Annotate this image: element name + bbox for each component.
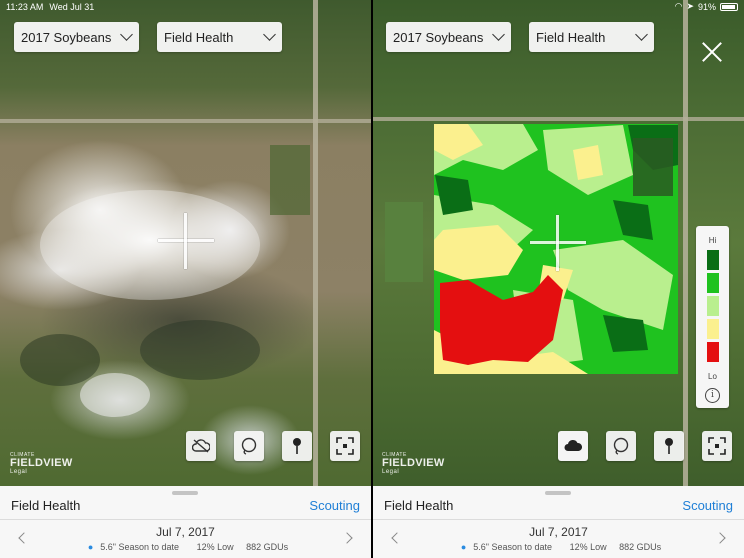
legend-swatch <box>707 342 719 362</box>
focus-button[interactable] <box>330 431 360 461</box>
legend-swatch <box>707 250 719 270</box>
chevron-down-icon <box>635 28 648 41</box>
water-drop-icon: ● <box>87 542 94 552</box>
status-bar: 11:23 AM Wed Jul 31 ◠ ➤ 91% <box>0 0 744 14</box>
water-drop-icon: ● <box>460 542 467 552</box>
split-screen: 2017 Soybeans Field Health CLIMATE FIELD… <box>0 0 744 558</box>
cloud-toggle-button[interactable] <box>186 431 216 461</box>
battery-icon <box>720 2 738 11</box>
right-pane: 2017 Soybeans Field Health CLIMATE FIELD… <box>373 0 744 558</box>
fieldview-logo: CLIMATE FIELDVIEW Legal <box>10 452 73 475</box>
focus-button[interactable] <box>702 431 732 461</box>
crop-dropdown[interactable]: 2017 Soybeans <box>386 22 511 52</box>
scouting-link[interactable]: Scouting <box>682 498 733 513</box>
focus-icon <box>336 437 354 455</box>
image-date: Jul 7, 2017 <box>529 525 588 539</box>
focus-icon <box>708 437 726 455</box>
close-icon[interactable] <box>701 41 723 63</box>
left-pane: 2017 Soybeans Field Health CLIMATE FIELD… <box>0 0 371 558</box>
pin-button[interactable] <box>654 431 684 461</box>
season-stats: ● 5.6" Season to date 12% Low 882 GDUs <box>460 542 662 552</box>
pin-button[interactable] <box>282 431 312 461</box>
divider <box>0 519 371 520</box>
layer-dropdown-label: Field Health <box>164 29 234 45</box>
status-date: Wed Jul 31 <box>49 2 95 12</box>
chevron-down-icon <box>492 28 505 41</box>
cloud-off-icon <box>192 439 210 453</box>
lasso-icon <box>241 437 257 455</box>
crop-dropdown-label: 2017 Soybeans <box>393 29 484 45</box>
status-time: 11:23 AM <box>6 2 44 12</box>
health-legend: Hi Lo i <box>696 226 729 408</box>
layer-dropdown[interactable]: Field Health <box>529 22 654 52</box>
cloud-icon <box>564 439 582 451</box>
chevron-down-icon <box>120 28 133 41</box>
location-icon: ➤ <box>686 1 694 11</box>
crop-dropdown-label: 2017 Soybeans <box>21 29 112 45</box>
fieldview-logo: CLIMATE FIELDVIEW Legal <box>382 452 445 475</box>
legend-hi-label: Hi <box>708 236 717 245</box>
legend-swatch <box>707 319 719 339</box>
season-stats: ● 5.6" Season to date 12% Low 882 GDUs <box>87 542 289 552</box>
drag-handle[interactable] <box>545 491 571 495</box>
image-date: Jul 7, 2017 <box>156 525 215 539</box>
bottom-panel: Field Health Scouting Jul 7, 2017 ● 5.6" … <box>0 486 371 558</box>
legend-swatch <box>707 273 719 293</box>
cloud-toggle-button[interactable] <box>558 431 588 461</box>
satellite-map[interactable] <box>373 0 744 486</box>
legend-lo-label: Lo <box>708 372 717 381</box>
crop-dropdown[interactable]: 2017 Soybeans <box>14 22 139 52</box>
legend-swatch <box>707 296 719 316</box>
info-icon[interactable]: i <box>705 388 720 403</box>
lasso-button[interactable] <box>234 431 264 461</box>
panel-title: Field Health <box>11 498 81 513</box>
layer-dropdown[interactable]: Field Health <box>157 22 282 52</box>
layer-dropdown-label: Field Health <box>536 29 606 45</box>
pin-icon <box>665 438 673 454</box>
wifi-icon: ◠ <box>674 1 683 11</box>
panel-title: Field Health <box>384 498 454 513</box>
divider <box>373 519 744 520</box>
battery-percent: 91% <box>697 1 716 12</box>
crosshair-icon <box>158 213 214 269</box>
chevron-down-icon <box>263 28 276 41</box>
pin-icon <box>293 438 301 454</box>
bottom-panel: Field Health Scouting Jul 7, 2017 ● 5.6" … <box>373 486 744 558</box>
drag-handle[interactable] <box>172 491 198 495</box>
scouting-link[interactable]: Scouting <box>309 498 360 513</box>
crosshair-icon <box>530 215 586 271</box>
lasso-icon <box>613 437 629 455</box>
satellite-map[interactable] <box>0 0 371 486</box>
lasso-button[interactable] <box>606 431 636 461</box>
